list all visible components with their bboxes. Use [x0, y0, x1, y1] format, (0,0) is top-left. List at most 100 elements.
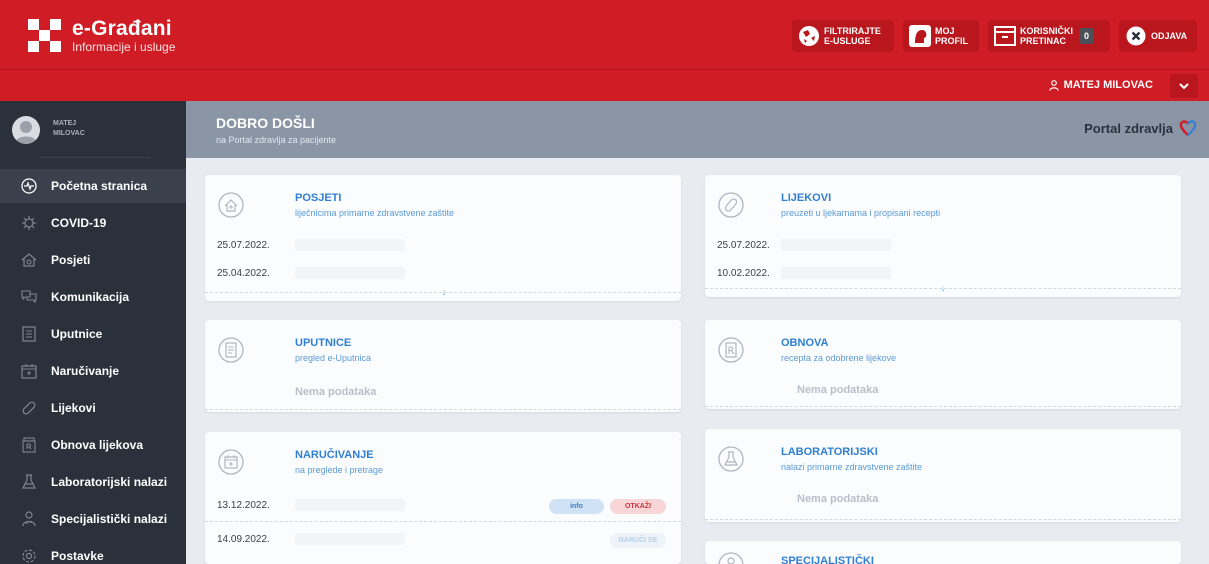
croatian-checkerboard-logo[interactable] [28, 19, 61, 52]
doctor-icon [20, 510, 38, 528]
card-obnova[interactable]: OBNOVA recepta za odobrene lijekove Nema… [705, 320, 1181, 409]
user-icon [1048, 79, 1059, 91]
calendar-icon [20, 362, 38, 380]
card-divider [705, 519, 1181, 520]
sidebar-item-narucivanje[interactable]: Naručivanje [0, 354, 186, 388]
card-posjeti[interactable]: POSJETI liječnicima primarne zdravstvene… [205, 175, 681, 301]
medication-date: 10.02.2022. [717, 268, 770, 279]
top-header: e-Građani Informacije i usluge FILTRIRAJ… [0, 0, 1209, 70]
calendar-icon [218, 449, 244, 475]
sidebar-item-covid[interactable]: COVID-19 [0, 206, 186, 240]
sidebar-item-uputnice[interactable]: Uputnice [0, 317, 186, 351]
profile-face-icon [909, 25, 931, 47]
welcome-header: DOBRO DOŠLI na Portal zdravlja za pacije… [186, 101, 1209, 158]
card-divider [705, 406, 1181, 407]
sidebar: MATEJ MILOVAC Početna stranica COVID-19 … [0, 101, 186, 564]
sidebar-item-komunikacija[interactable]: Komunikacija [0, 280, 186, 314]
medication-date: 25.07.2022. [717, 240, 770, 251]
chevron-down-icon [1179, 82, 1189, 89]
sidebar-item-laboratorijski[interactable]: Laboratorijski nalazi [0, 465, 186, 499]
filter-label-2: E-USLUGE [824, 36, 871, 46]
home-medical-icon [20, 251, 38, 269]
redacted-text [781, 239, 891, 251]
sidebar-item-postavke[interactable]: Postavke [0, 539, 186, 564]
sidebar-item-label: Lijekovi [51, 401, 96, 415]
prescription-icon [20, 436, 38, 454]
card-subtitle: recepta za odobrene lijekove [781, 353, 897, 363]
visit-date: 25.07.2022. [217, 240, 270, 251]
filter-services-button[interactable]: FILTRIRAJTE E-USLUGE [792, 20, 894, 52]
card-specijalisticki[interactable]: SPECIJALISTIČKI [705, 541, 1181, 564]
redacted-text [295, 267, 405, 279]
redacted-text [295, 499, 405, 511]
card-subtitle: preuzeti u ljekarnama i propisani recept… [781, 208, 941, 218]
portal-heart-icon [1179, 120, 1197, 136]
gear-icon [20, 547, 38, 564]
redacted-text [295, 533, 405, 545]
card-uputnice[interactable]: UPUTNICE pregled e-Uputnica Nema podatak… [205, 320, 681, 412]
flask-icon [718, 446, 744, 472]
visit-date: 25.04.2022. [217, 268, 270, 279]
sidebar-item-pocetna[interactable]: Početna stranica [0, 169, 186, 203]
appointment-date: 14.09.2022. [217, 534, 270, 545]
card-laboratorijski[interactable]: LABORATORIJSKI nalazi primarne zdravstve… [705, 429, 1181, 522]
brand-subtitle: Informacije i usluge [72, 40, 176, 54]
doctor-icon [718, 552, 744, 564]
profile-label-1: MOJ [935, 26, 955, 36]
logout-button[interactable]: ODJAVA [1119, 20, 1197, 52]
prescription-icon [718, 337, 744, 363]
card-title: NARUČIVANJE [295, 449, 374, 461]
portal-label: Portal zdravlja [1084, 121, 1173, 136]
sidebar-user-last: MILOVAC [53, 130, 85, 137]
appointment-date: 13.12.2022. [217, 500, 270, 511]
book-appointment-button[interactable]: NARUČI SE [610, 533, 666, 548]
user-menu[interactable]: MATEJ MILOVAC [1048, 79, 1153, 91]
logout-label: ODJAVA [1151, 31, 1188, 41]
sidebar-item-specijalisticki[interactable]: Specijalistički nalazi [0, 502, 186, 536]
card-title: LABORATORIJSKI [781, 446, 878, 458]
expand-arrow-icon[interactable]: ↓ [938, 283, 948, 293]
info-button[interactable]: info [549, 499, 604, 514]
avatar[interactable] [12, 116, 40, 144]
card-title: POSJETI [295, 192, 342, 204]
flask-icon [20, 473, 38, 491]
expand-arrow-icon[interactable]: ↓ [439, 287, 449, 297]
document-icon [218, 337, 244, 363]
my-profile-button[interactable]: MOJ PROFIL [903, 20, 979, 52]
chat-icon [20, 288, 38, 306]
sidebar-divider [40, 157, 150, 158]
page-subtitle: na Portal zdravlja za pacijente [216, 135, 337, 145]
sidebar-item-label: Uputnice [51, 327, 103, 341]
card-title: SPECIJALISTIČKI [781, 555, 874, 564]
pill-icon [718, 192, 744, 218]
card-subtitle: na preglede i pretrage [295, 465, 384, 475]
card-narucivanje[interactable]: NARUČIVANJE na preglede i pretrage 13.12… [205, 432, 681, 564]
card-lijekovi[interactable]: LIJEKOVI preuzeti u ljekarnama i propisa… [705, 175, 1181, 297]
sidebar-item-label: Obnova lijekova [51, 438, 144, 452]
pulse-icon [20, 177, 38, 195]
card-title: LIJEKOVI [781, 192, 832, 204]
sidebar-item-label: Laboratorijski nalazi [51, 475, 168, 489]
inbox-button[interactable]: KORISNIČKI PRETINAC 0 [988, 20, 1110, 52]
profile-label-2: PROFIL [935, 36, 968, 46]
empty-state: Nema podataka [797, 384, 879, 396]
card-divider [205, 409, 681, 410]
user-bar: MATEJ MILOVAC [0, 70, 1209, 101]
user-dropdown-button[interactable] [1170, 74, 1198, 98]
sidebar-item-label: Početna stranica [51, 179, 148, 193]
card-title: UPUTNICE [295, 337, 352, 349]
sidebar-item-obnova[interactable]: Obnova lijekova [0, 428, 186, 462]
filter-globe-icon [798, 25, 820, 47]
inbox-label-1: KORISNIČKI [1020, 26, 1074, 36]
sidebar-item-posjeti[interactable]: Posjeti [0, 243, 186, 277]
brand-title[interactable]: e-Građani [72, 17, 172, 41]
sidebar-item-lijekovi[interactable]: Lijekovi [0, 391, 186, 425]
cancel-appointment-button[interactable]: OTKAŽI [610, 499, 666, 514]
card-title: OBNOVA [781, 337, 829, 349]
filter-label-1: FILTRIRAJTE [824, 26, 881, 36]
card-subtitle: liječnicima primarne zdravstvene zaštite [295, 208, 455, 218]
sidebar-item-label: Komunikacija [51, 290, 130, 304]
document-icon [20, 325, 38, 343]
inbox-label-2: PRETINAC [1020, 36, 1067, 46]
card-subtitle: pregled e-Uputnica [295, 353, 372, 363]
